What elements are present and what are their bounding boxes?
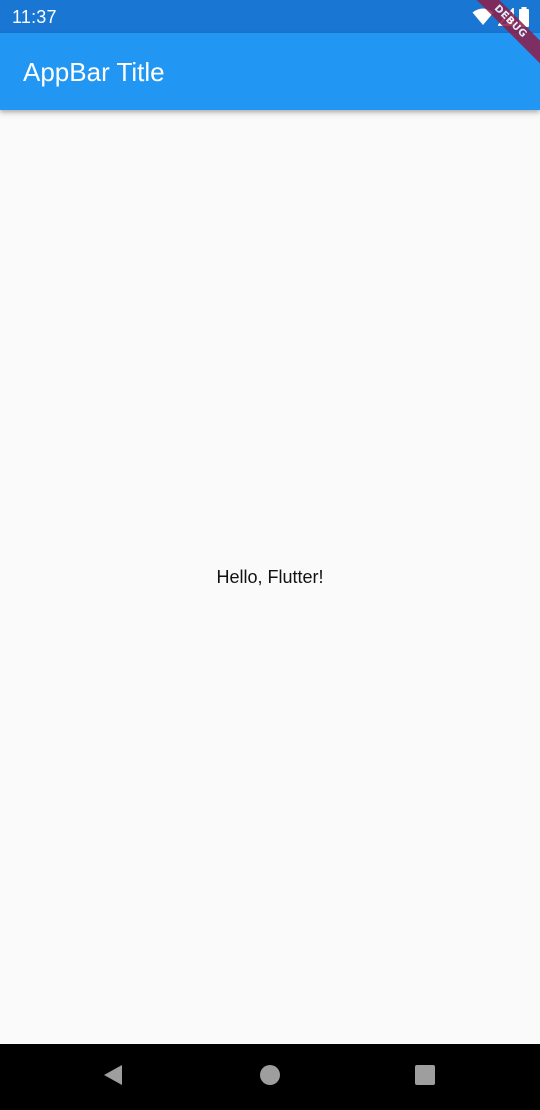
- home-icon: [258, 1063, 282, 1092]
- recents-icon: [414, 1064, 436, 1091]
- status-bar: 11:37: [0, 0, 540, 33]
- back-icon: [102, 1063, 124, 1092]
- back-button[interactable]: [100, 1064, 126, 1090]
- status-icons: [472, 7, 530, 27]
- body-area: Hello, Flutter!: [0, 110, 540, 1044]
- status-time: 11:37: [12, 7, 57, 27]
- app-bar-title: AppBar Title: [23, 57, 165, 87]
- navigation-bar: [0, 1044, 540, 1110]
- signal-icon: [498, 8, 514, 26]
- recents-button[interactable]: [412, 1064, 438, 1090]
- home-button[interactable]: [257, 1064, 283, 1090]
- battery-icon: [518, 7, 530, 27]
- hello-text: Hello, Flutter!: [216, 567, 324, 587]
- app-bar: AppBar Title: [0, 33, 540, 110]
- wifi-icon: [472, 8, 494, 26]
